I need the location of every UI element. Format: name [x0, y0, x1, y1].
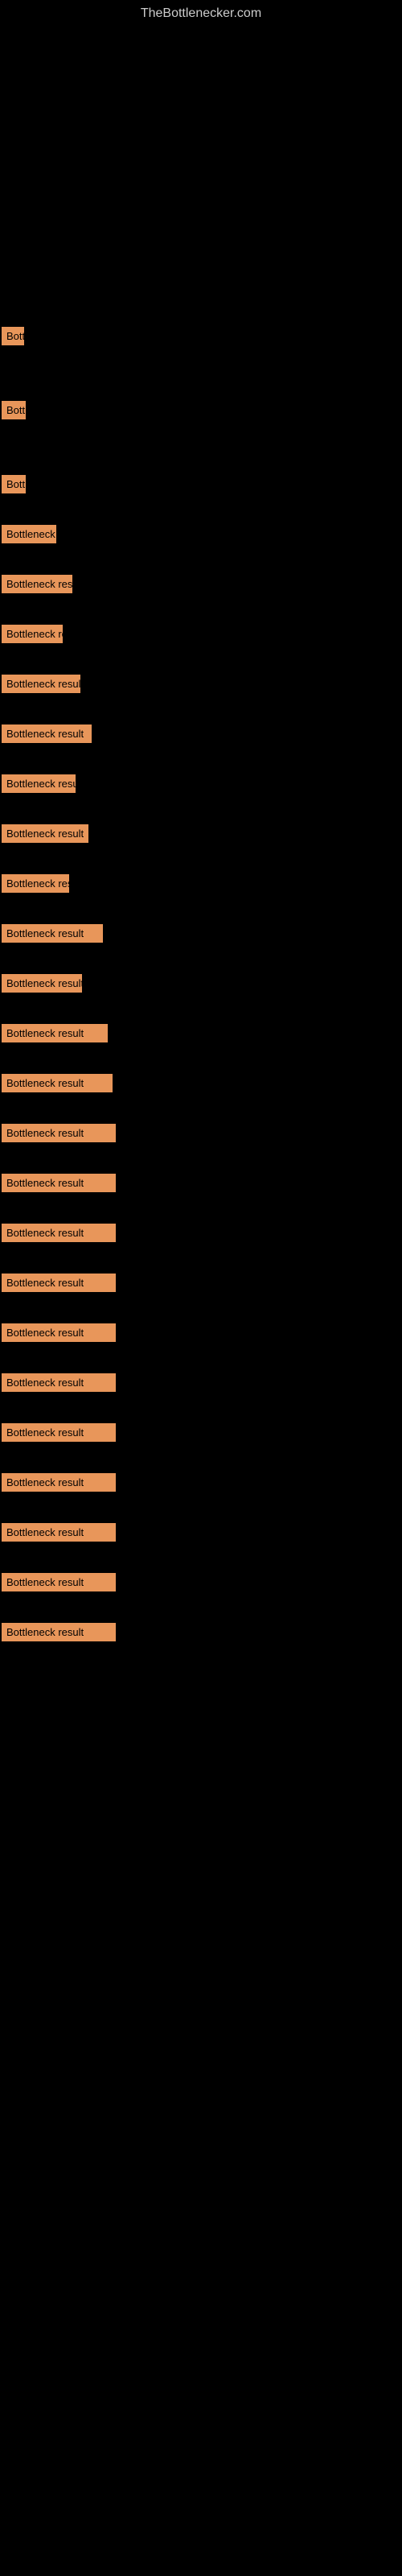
result-row-16: Bottleneck result	[0, 1122, 402, 1148]
bottleneck-result-block: Bottleneck result	[2, 774, 76, 793]
bottleneck-result-block: Bottleneck result	[2, 1573, 116, 1591]
result-row-14: Bottleneck result	[0, 1022, 402, 1048]
result-row-12: Bottleneck result	[0, 923, 402, 948]
bottleneck-result-block: Bottleneck result	[2, 1423, 116, 1442]
result-row-1: Bottleneck result	[0, 325, 402, 351]
bottleneck-result-block: Bottleneck result	[2, 1473, 116, 1492]
bottleneck-result-block: Bottleneck result	[2, 724, 92, 743]
result-row-18: Bottleneck result	[0, 1222, 402, 1248]
bottleneck-result-block: Bottleneck result	[2, 1224, 116, 1242]
bottleneck-result-block: Bottleneck result	[2, 1373, 116, 1392]
bottleneck-result-block: Bottleneck result	[2, 874, 69, 893]
result-row-21: Bottleneck result	[0, 1372, 402, 1397]
result-row-2: Bottleneck result	[0, 399, 402, 425]
result-row-20: Bottleneck result	[0, 1322, 402, 1348]
bottleneck-result-block: Bottleneck result	[2, 1523, 116, 1542]
bottleneck-result-block: Bottleneck result	[2, 675, 80, 693]
result-row-24: Bottleneck result	[0, 1521, 402, 1547]
result-row-13: Bottleneck result	[0, 972, 402, 998]
result-row-22: Bottleneck result	[0, 1422, 402, 1447]
result-row-4: Bottleneck result	[0, 523, 402, 549]
bottleneck-result-block: Bottleneck result	[2, 824, 88, 843]
result-row-25: Bottleneck result	[0, 1571, 402, 1597]
bottleneck-result-block: Bottleneck result	[2, 1074, 113, 1092]
bottleneck-result-block: Bottleneck result	[2, 1323, 116, 1342]
result-row-5: Bottleneck result	[0, 573, 402, 599]
site-title: TheBottlenecker.com	[0, 0, 402, 27]
bottleneck-result-block: Bottleneck result	[2, 625, 63, 643]
result-row-11: Bottleneck result	[0, 873, 402, 898]
bottleneck-result-block: Bottleneck result	[2, 327, 24, 345]
bottleneck-result-block: Bottleneck result	[2, 1274, 116, 1292]
result-row-8: Bottleneck result	[0, 723, 402, 749]
result-row-9: Bottleneck result	[0, 773, 402, 799]
bottleneck-result-block: Bottleneck result	[2, 1024, 108, 1042]
result-row-23: Bottleneck result	[0, 1472, 402, 1497]
bottleneck-result-block: Bottleneck result	[2, 1174, 116, 1192]
bottleneck-result-block: Bottleneck result	[2, 575, 72, 593]
bottleneck-result-block: Bottleneck result	[2, 475, 26, 493]
result-row-6: Bottleneck result	[0, 623, 402, 649]
bottleneck-result-block: Bottleneck result	[2, 401, 26, 419]
bottleneck-result-block: Bottleneck result	[2, 924, 103, 943]
result-row-26: Bottleneck result	[0, 1621, 402, 1647]
result-row-3: Bottleneck result	[0, 473, 402, 499]
bottleneck-result-block: Bottleneck result	[2, 974, 82, 993]
result-row-17: Bottleneck result	[0, 1172, 402, 1198]
bottleneck-result-block: Bottleneck result	[2, 1623, 116, 1641]
result-row-10: Bottleneck result	[0, 823, 402, 848]
result-row-7: Bottleneck result	[0, 673, 402, 699]
bottleneck-result-block: Bottleneck result	[2, 525, 56, 543]
result-row-15: Bottleneck result	[0, 1072, 402, 1098]
result-row-19: Bottleneck result	[0, 1272, 402, 1298]
bottleneck-result-block: Bottleneck result	[2, 1124, 116, 1142]
